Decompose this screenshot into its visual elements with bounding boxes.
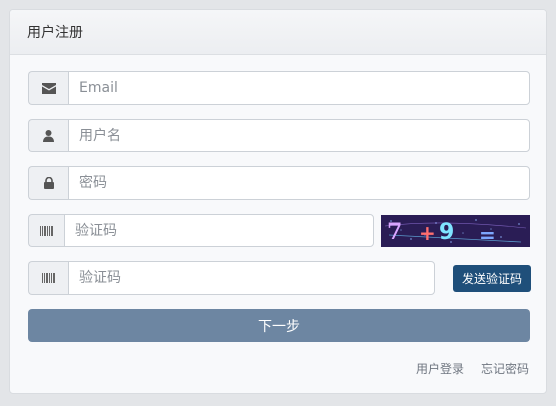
sms-code-row <box>28 261 435 295</box>
barcode-icon <box>28 214 64 247</box>
captcha-input[interactable] <box>64 214 374 247</box>
password-row <box>28 166 530 200</box>
captcha-graphic: 7 + 9 = <box>381 215 530 247</box>
user-icon <box>28 119 68 152</box>
forgot-password-link[interactable]: 忘记密码 <box>481 360 529 377</box>
svg-text:=: = <box>479 223 496 247</box>
email-input[interactable] <box>68 71 530 105</box>
username-row <box>28 119 530 152</box>
panel-title: 用户注册 <box>27 25 83 41</box>
sms-code-input[interactable] <box>68 261 435 295</box>
svg-text:+: + <box>419 221 436 245</box>
captcha-image[interactable]: 7 + 9 = <box>381 215 530 247</box>
footer-links: 用户登录 忘记密码 <box>416 360 529 377</box>
username-input[interactable] <box>68 119 530 152</box>
lock-icon <box>28 166 68 200</box>
envelope-icon <box>28 71 68 105</box>
captcha-row <box>28 214 374 247</box>
login-link[interactable]: 用户登录 <box>416 360 464 377</box>
register-panel: 用户注册 Email 用户名 验证码 7 + 9 = 验证码 发送验证码 下一步… <box>9 9 547 394</box>
password-input[interactable] <box>68 166 530 200</box>
send-code-button[interactable]: 发送验证码 <box>453 265 531 292</box>
email-row <box>28 71 530 105</box>
svg-text:7: 7 <box>387 219 402 245</box>
next-step-button[interactable]: 下一步 <box>28 309 530 342</box>
barcode-icon <box>28 261 68 295</box>
svg-text:9: 9 <box>439 220 454 245</box>
panel-header: 用户注册 <box>10 10 546 55</box>
